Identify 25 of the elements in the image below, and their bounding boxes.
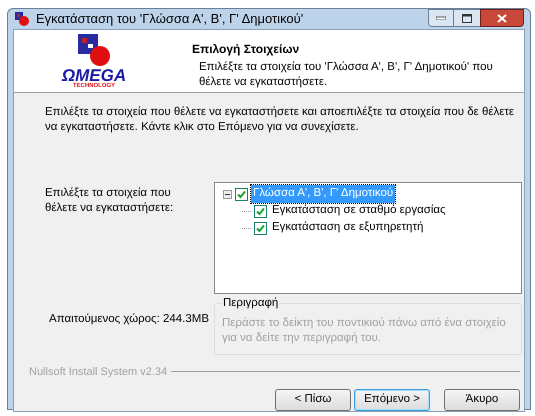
checkbox[interactable] [254,222,267,234]
dialog-button[interactable]: Άκυρο [444,389,520,411]
checkbox[interactable] [235,188,248,200]
space-required-text: Απαιτούμενος χώρος: 244.3MB [48,312,209,326]
select-components-label: Επιλέξτε τα στοιχεία που θέλετε να εγκαταστήσετε: [45,186,174,216]
checkbox[interactable] [254,204,267,218]
dialog-button[interactable]: Επόμενο > [354,389,430,411]
app-icon [14,10,30,27]
window-title: Εγκατάσταση του 'Γλώσσα Α', Β', Γ' Δημοτικού' [36,10,304,28]
minimize-button[interactable] [428,9,454,27]
dialog-button[interactable]: < Πίσω [275,389,351,411]
header-subtitle: Επιλέξτε τα στοιχεία του 'Γλώσσα Α', Β', Γ' Δημοτικού' που θέλετε να εγκαταστήσετε. [198,60,494,90]
close-icon [497,14,507,22]
instructions-text: Επιλέξτε τα στοιχεία που θέλετε να εγκαταστήσετε και αποεπιλέξτε τα στοιχεία που δε θέλετε να εγκαταστήσετε. Κάντε κλικ στο Επόμενο για να συνεχίσετε. [45,104,515,134]
minimize-icon [436,16,446,20]
logo-text: ΩMEGA [62,68,126,82]
tree-item[interactable]: Εγκατάσταση σε εξυπηρετητή [270,219,426,237]
description-text: Περάστε το δείκτη του ποντικιού πάνω από ένα στοιχείο για να δείτε την περιγραφή του. [221,316,507,346]
header-title: Επιλογή Στοιχείων [192,40,300,58]
maximize-button[interactable] [454,9,480,27]
tree-item[interactable]: Εγκατάσταση σε σταθμό εργασίας [270,202,448,220]
branding-text: Nullsoft Install System v2.34 [29,364,168,380]
collapse-icon[interactable] [223,190,232,198]
close-button[interactable] [480,9,524,27]
maximize-icon [462,14,472,22]
